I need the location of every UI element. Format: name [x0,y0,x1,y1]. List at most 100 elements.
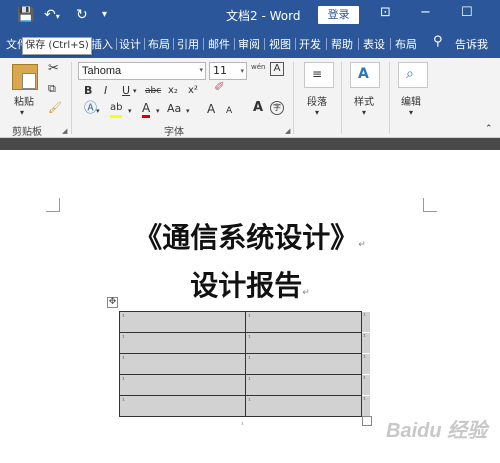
tab-review[interactable]: 审阅 [238,36,260,52]
chevron-down-icon[interactable]: ▾ [362,106,366,120]
title-line1-text: 《通信系统设计》 [134,221,359,254]
font-name-combo[interactable]: Tahoma ▾ [78,62,206,80]
tell-me-search[interactable]: 告诉我 [455,36,488,52]
document-page[interactable]: 《通信系统设计》↵ 设计报告↵ ✥ ¹¹ ¹¹ ¹¹ ¹¹ ¹¹ ¹ ¹ ¹ ¹… [0,150,500,463]
row-end-mark: ¹ [362,354,370,374]
watermark: Baidu 经验 [386,420,488,442]
styles-icon: A [358,66,369,82]
paragraph-mark: ↵ [302,288,310,298]
tab-insert[interactable]: 插入 [91,36,113,52]
paragraph-mark: ¹ [241,421,244,429]
document-table[interactable]: ¹¹ ¹¹ ¹¹ ¹¹ ¹¹ [119,311,362,417]
row-end-mark: ¹ [362,312,370,332]
chevron-down-icon[interactable]: ▾ [96,104,100,118]
window-title: 文档2 - Word [226,9,301,23]
table-move-handle[interactable]: ✥ [107,297,118,308]
table-cell[interactable]: ¹ [119,332,246,354]
highlight-color-button[interactable]: ab [110,101,123,118]
minimize-button[interactable]: − [420,5,431,20]
tab-table-design[interactable]: 表设 [363,36,385,52]
superscript-button[interactable]: x² [188,84,198,98]
font-size-combo[interactable]: 11 ▾ [209,62,247,80]
enclose-characters-icon[interactable]: 字 [270,101,284,115]
styles-button[interactable]: A [350,62,380,88]
tab-help[interactable]: 帮助 [331,36,353,52]
italic-button[interactable]: I [104,84,107,98]
paste-button[interactable] [12,64,38,90]
chevron-down-icon[interactable]: ▾ [409,106,413,120]
tab-mailings[interactable]: 邮件 [208,36,230,52]
tab-design[interactable]: 设计 [119,36,141,52]
group-separator [341,62,342,134]
phonetic-guide-icon[interactable]: wén [251,60,265,74]
paste-dropdown-icon[interactable]: ▾ [20,106,24,120]
table-cell[interactable]: ¹ [119,353,246,375]
bold-button[interactable]: B [84,84,92,98]
redo-icon[interactable]: ↻ [76,6,88,24]
cut-icon[interactable]: ✂ [48,62,59,76]
tab-table-layout[interactable]: 布局 [395,36,417,52]
table-cell[interactable]: ¹ [245,311,362,333]
tab-developer[interactable]: 开发 [299,36,321,52]
tab-references[interactable]: 引用 [177,36,199,52]
document-title-line2: 设计报告↵ [0,264,500,304]
character-border-icon[interactable]: A [270,62,284,76]
tab-separator [173,38,174,50]
clipboard-launcher-icon[interactable]: ◢ [62,127,67,135]
table-cell[interactable]: ¹ [245,374,362,396]
crop-mark [46,198,60,212]
lightbulb-icon[interactable]: ⚲ [433,34,443,49]
chevron-down-icon: ▾ [199,67,203,74]
clipboard-group-label: 剪贴板 [12,127,42,138]
save-icon[interactable]: 💾 [17,6,34,24]
font-launcher-icon[interactable]: ◢ [285,127,290,135]
table-cell[interactable]: ¹ [245,395,362,417]
tab-separator [234,38,235,50]
undo-icon[interactable]: ↶▾ [44,6,60,26]
customize-qat-icon[interactable]: ▾ [102,6,107,24]
strikethrough-button[interactable]: abc [145,84,161,98]
table-cell[interactable]: ¹ [119,395,246,417]
change-case-button[interactable]: Aa [167,102,181,116]
collapse-ribbon-icon[interactable]: ⌃ [485,122,493,136]
format-painter-icon[interactable]: 🖌 [48,101,62,115]
table-cell[interactable]: ¹ [245,353,362,375]
underline-button[interactable]: U [122,84,130,98]
chevron-down-icon[interactable]: ▾ [186,104,190,118]
title-bar: 💾 ↶▾ ↻ ▾ 文档2 - Word 登录 ⊡ − ☐ [0,0,500,30]
search-icon: ⌕ [406,66,414,82]
login-button[interactable]: 登录 [318,6,359,24]
maximize-button[interactable]: ☐ [461,5,473,20]
editing-button[interactable]: ⌕ [398,62,428,88]
row-end-mark: ¹ [362,333,370,353]
table-cell[interactable]: ¹ [119,374,246,396]
group-separator [389,62,390,134]
ribbon-display-icon[interactable]: ⊡ [380,5,391,20]
tab-view[interactable]: 视图 [269,36,291,52]
paragraph-mark: ↵ [358,240,366,250]
tab-separator [264,38,265,50]
table-row: ¹¹ [119,311,362,333]
paragraph-button[interactable]: ≡ [304,62,334,88]
grow-font-button[interactable]: A [207,102,215,116]
chevron-down-icon[interactable]: ▾ [128,104,132,118]
shrink-font-button[interactable]: A [226,104,232,118]
copy-icon[interactable]: ⧉ [48,82,56,96]
group-separator [71,62,72,134]
subscript-button[interactable]: x₂ [168,84,178,98]
character-shading-icon[interactable]: A [253,101,263,115]
row-end-mark: ¹ [362,375,370,395]
ribbon-shadow-bar [0,138,500,150]
table-cell[interactable]: ¹ [119,311,246,333]
chevron-down-icon[interactable]: ▾ [315,106,319,120]
table-row: ¹¹ [119,374,362,396]
chevron-down-icon[interactable]: ▾ [133,84,137,98]
chevron-down-icon[interactable]: ▾ [156,104,160,118]
clear-formatting-icon[interactable]: ✐ [214,81,225,95]
table-cell[interactable]: ¹ [245,332,362,354]
tab-layout[interactable]: 布局 [148,36,170,52]
font-color-button[interactable]: A [142,101,151,118]
paragraph-icon: ≡ [312,67,323,81]
table-resize-handle[interactable] [362,416,372,426]
table-row: ¹¹ [119,353,362,375]
